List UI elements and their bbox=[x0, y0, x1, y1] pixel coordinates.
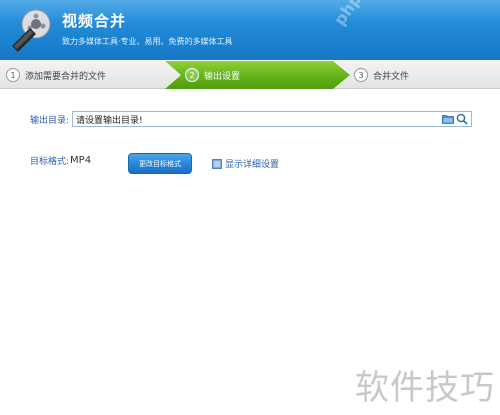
output-directory-row: 输出目录: bbox=[30, 111, 473, 127]
step-label: 合并文件 bbox=[373, 71, 410, 82]
step-merge-files[interactable]: 3 合并文件 bbox=[354, 61, 409, 89]
target-format-label: 目标格式: bbox=[30, 157, 70, 167]
step-label: 添加需要合并的文件 bbox=[25, 71, 107, 82]
watermark-top: php.cn bbox=[330, 0, 381, 29]
search-icon[interactable] bbox=[456, 113, 468, 125]
wizard-steps: 1 添加需要合并的文件 2 输出设置 3 合并文件 bbox=[0, 61, 500, 89]
output-directory-input[interactable] bbox=[76, 114, 437, 124]
change-format-button[interactable]: 更改目标格式 bbox=[128, 153, 192, 174]
output-directory-field bbox=[72, 111, 473, 127]
film-reel-logo-icon bbox=[12, 9, 51, 52]
step-label: 输出设置 bbox=[204, 71, 241, 82]
step-add-files[interactable]: 1 添加需要合并的文件 bbox=[6, 61, 106, 89]
step-number: 2 bbox=[185, 68, 199, 82]
app-header: 视频合并 致力多媒体工具·专业、易用、免费的多媒体工具 php.cn bbox=[0, 0, 500, 60]
step-number: 3 bbox=[354, 68, 368, 82]
step-output-settings[interactable]: 2 输出设置 bbox=[165, 61, 350, 89]
app-subtitle: 致力多媒体工具·专业、易用、免费的多媒体工具 bbox=[62, 37, 233, 46]
show-details-link[interactable]: 显示详细设置 bbox=[212, 157, 279, 170]
show-details-label: 显示详细设置 bbox=[225, 160, 280, 170]
step-number: 1 bbox=[6, 68, 20, 82]
list-icon bbox=[212, 158, 222, 169]
folder-icon[interactable] bbox=[442, 114, 454, 124]
target-format-value: MP4 bbox=[70, 155, 92, 166]
output-directory-label: 输出目录: bbox=[30, 115, 70, 126]
target-format-row: 目标格式: MP4 bbox=[30, 154, 91, 167]
app-title: 视频合并 bbox=[62, 12, 127, 30]
watermark-bottom: 软件技巧 bbox=[355, 368, 495, 408]
